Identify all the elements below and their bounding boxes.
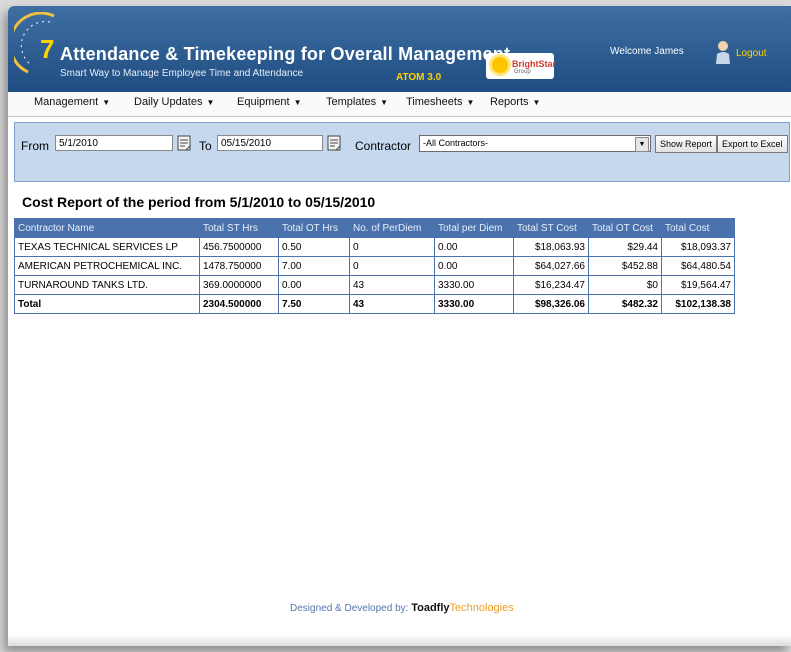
export-excel-button[interactable]: Export to Excel [717, 135, 788, 153]
cell-total-cost: $102,138.38 [661, 294, 735, 314]
caret-down-icon: ▼ [206, 98, 215, 107]
cell-ot-cost: $482.32 [588, 294, 662, 314]
table-total-row: Total 2304.500000 7.50 43 3330.00 $98,32… [14, 294, 735, 314]
menu-timesheets[interactable]: Timesheets ▼ [406, 96, 474, 108]
from-label: From [21, 139, 49, 153]
main-menu: Management ▼ Daily Updates ▼ Equipment ▼ Te… [8, 92, 791, 117]
welcome-text: Welcome James [610, 46, 684, 57]
table-row: AMERICAN PETROCHEMICAL INC. 1478.750000 … [14, 256, 735, 276]
contractor-select[interactable]: -All Contractors- ▼ [419, 135, 651, 152]
caret-down-icon: ▼ [293, 98, 302, 107]
cell-st-cost: $16,234.47 [513, 275, 589, 295]
cell-total-cost: $18,093.37 [661, 237, 735, 257]
app-window: 7 Attendance & Timekeeping for Overall M… [8, 6, 791, 646]
cell-st-hrs: 369.0000000 [199, 275, 279, 295]
show-report-button[interactable]: Show Report [655, 135, 718, 153]
cell-contractor-name: TEXAS TECHNICAL SERVICES LP [14, 237, 200, 257]
menu-reports[interactable]: Reports ▼ [490, 96, 540, 108]
sun-icon [492, 57, 508, 73]
cell-ot-hrs: 7.50 [278, 294, 350, 314]
cell-total-cost: $19,564.47 [661, 275, 735, 295]
to-date-input[interactable] [217, 135, 323, 151]
caret-down-icon: ▼ [466, 98, 475, 107]
to-label: To [199, 139, 212, 153]
cell-st-hrs: 456.7500000 [199, 237, 279, 257]
table-row: TURNAROUND TANKS LTD. 369.0000000 0.00 4… [14, 275, 735, 295]
column-header: Total ST Cost [513, 218, 589, 238]
from-date-input[interactable] [55, 135, 173, 151]
cell-st-cost: $64,027.66 [513, 256, 589, 276]
cell-ot-cost: $452.88 [588, 256, 662, 276]
cell-perdiem-count: 0 [349, 237, 435, 257]
chevron-down-icon[interactable]: ▼ [635, 137, 649, 152]
menu-daily-updates[interactable]: Daily Updates ▼ [134, 96, 214, 108]
cell-total-cost: $64,480.54 [661, 256, 735, 276]
caret-down-icon: ▼ [380, 98, 389, 107]
cost-report-table: Contractor Name Total ST Hrs Total OT Hr… [14, 218, 735, 314]
cell-perdiem-count: 0 [349, 256, 435, 276]
cell-perdiem-total: 3330.00 [434, 275, 514, 295]
column-header: Total per Diem [434, 218, 514, 238]
cell-ot-cost: $0 [588, 275, 662, 295]
contractor-selected-value: -All Contractors- [423, 138, 489, 148]
footer-brand-toadfly: Toadfly [411, 602, 450, 614]
cell-ot-cost: $29.44 [588, 237, 662, 257]
report-filter-bar: From To Contractor -All Contractors- ▼ S… [14, 122, 790, 182]
brightstar-logo: BrightStar Group [486, 53, 557, 79]
caret-down-icon: ▼ [102, 98, 111, 107]
calendar-icon[interactable] [177, 135, 191, 151]
app-header: 7 Attendance & Timekeeping for Overall M… [8, 6, 791, 92]
clock-icon: 7 [14, 12, 55, 74]
column-header: Contractor Name [14, 218, 200, 238]
cell-ot-hrs: 0.00 [278, 275, 350, 295]
report-title: Cost Report of the period from 5/1/2010 … [22, 194, 376, 210]
menu-templates[interactable]: Templates ▼ [326, 96, 388, 108]
menu-management[interactable]: Management ▼ [34, 96, 110, 108]
cell-total-label: Total [14, 294, 200, 314]
cell-ot-hrs: 7.00 [278, 256, 350, 276]
svg-text:7: 7 [40, 34, 54, 64]
contractor-label: Contractor [355, 139, 412, 153]
column-header: Total OT Cost [588, 218, 662, 238]
cell-perdiem-total: 3330.00 [434, 294, 514, 314]
cell-contractor-name: TURNAROUND TANKS LTD. [14, 275, 200, 295]
logo-subtext: Group [514, 69, 531, 75]
caret-down-icon: ▼ [532, 98, 541, 107]
column-header: Total ST Hrs [199, 218, 279, 238]
cell-ot-hrs: 0.50 [278, 237, 350, 257]
cell-st-hrs: 2304.500000 [199, 294, 279, 314]
app-subtitle: Smart Way to Manage Employee Time and At… [60, 68, 304, 79]
user-icon [716, 41, 730, 64]
column-header: Total OT Hrs [278, 218, 350, 238]
logout-link[interactable]: Logout [736, 48, 767, 59]
cell-st-cost: $18,063.93 [513, 237, 589, 257]
cell-perdiem-count: 43 [349, 294, 435, 314]
cell-perdiem-total: 0.00 [434, 256, 514, 276]
table-row: TEXAS TECHNICAL SERVICES LP 456.7500000 … [14, 237, 735, 257]
calendar-icon[interactable] [327, 135, 341, 151]
cell-contractor-name: AMERICAN PETROCHEMICAL INC. [14, 256, 200, 276]
app-version: ATOM 3.0 [396, 72, 442, 83]
table-header-row: Contractor Name Total ST Hrs Total OT Hr… [14, 218, 735, 238]
footer-credit: Designed & Developed by: ToadflyTechnolo… [290, 602, 514, 614]
cell-st-cost: $98,326.06 [513, 294, 589, 314]
cell-perdiem-total: 0.00 [434, 237, 514, 257]
app-title: Attendance & Timekeeping for Overall Man… [60, 44, 511, 64]
logo-text: BrightStar [512, 59, 557, 69]
footer-prefix: Designed & Developed by: [290, 603, 409, 614]
menu-equipment[interactable]: Equipment ▼ [237, 96, 302, 108]
page-bottom-edge [8, 634, 791, 646]
cell-perdiem-count: 43 [349, 275, 435, 295]
cell-st-hrs: 1478.750000 [199, 256, 279, 276]
column-header: No. of PerDiem [349, 218, 435, 238]
footer-brand-technologies: Technologies [449, 602, 514, 614]
column-header: Total Cost [661, 218, 735, 238]
